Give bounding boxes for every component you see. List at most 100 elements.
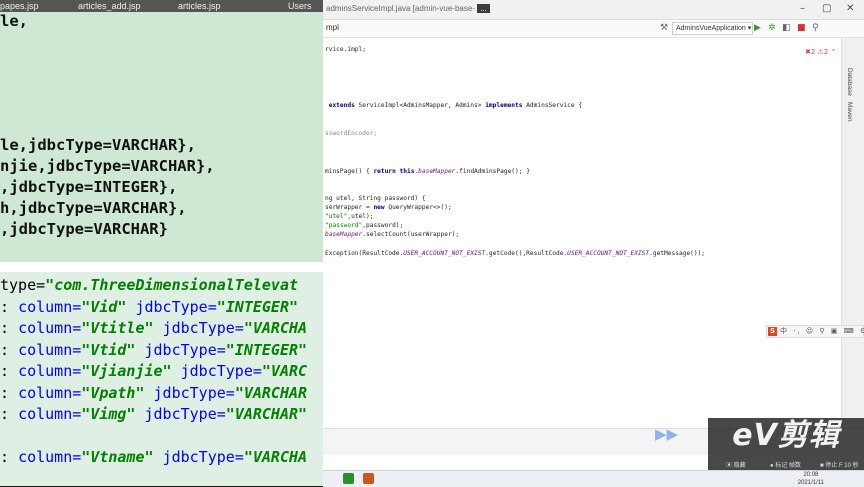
maximize-button[interactable]: ▢ <box>822 3 831 14</box>
code-line[interactable]: "password",password); <box>325 222 403 229</box>
zoom-code-line: le, <box>0 12 28 30</box>
run-icon[interactable]: ▶ <box>754 23 761 33</box>
code-token: extends <box>325 102 359 109</box>
code-token: QueryWrapper<>(); <box>388 204 452 211</box>
database-tab[interactable]: Database <box>846 68 853 96</box>
code-token: rvice.impl; <box>325 46 366 53</box>
zoom-token: jdbcType= <box>135 297 217 316</box>
zoom-resultmap-line: : column="Vpath" jdbcType="VARCHAR <box>0 384 307 402</box>
zoom-token: "INTEGER" <box>225 340 308 359</box>
coverage-icon[interactable]: ◧ <box>782 23 791 33</box>
ev-stop-button[interactable]: ■ 停止 F 10 秒 <box>820 460 859 469</box>
debug-icon[interactable]: ✲ <box>768 23 776 33</box>
code-line[interactable]: serWrapper = new QueryWrapper<>(); <box>325 204 452 211</box>
code-editor[interactable]: rvice.impl; extends ServiceImpl<AdminsMa… <box>323 38 841 428</box>
zoom-sql-block: le, le,jdbcType=VARCHAR}, njie,jdbcType=VA… <box>0 12 323 262</box>
code-token: USER_ACCOUNT_NOT_EXIST <box>567 250 650 257</box>
zoom-token: jdbcType= <box>144 340 226 359</box>
zoom-token: "Vtitle" <box>81 319 154 337</box>
code-token: minsPage() { <box>325 168 374 175</box>
app-icon-orange[interactable] <box>363 473 374 484</box>
code-line[interactable]: minsPage() { return this.baseMapper.find… <box>325 168 530 175</box>
zoom-token: column= <box>18 405 82 423</box>
zoom-token <box>154 319 163 337</box>
zoom-token: : <box>0 297 19 316</box>
zoom-code-line: njie,jdbcType=VARCHAR}, <box>0 157 215 175</box>
zoom-editor-tabs: papes.jsp articles_add.jsp articles.jsp … <box>0 0 323 12</box>
zoom-token: "VARCHA <box>243 319 308 337</box>
code-token: .getMessage()); <box>649 250 706 257</box>
zoom-resultmap-line: : column="Vjianjie" jdbcType="VARC <box>0 362 307 380</box>
hammer-icon[interactable]: ⚒ <box>660 23 668 33</box>
zoom-token <box>135 405 144 423</box>
zoom-token: : <box>0 383 19 402</box>
code-token: .getCode(),ResultCode. <box>485 250 568 257</box>
code-line[interactable]: rvice.impl; <box>325 46 366 53</box>
code-token: Exception(ResultCode. <box>325 250 404 257</box>
ev-menu: ▣ 隐藏 ● 标记 帧数 ■ 停止 F 10 秒 <box>708 457 864 470</box>
zoom-resultmap-line: : column="Vid" jdbcType="INTEGER" <box>0 298 298 316</box>
code-token: .selectCount(userWrapper); <box>362 231 460 238</box>
zoom-token: jdbcType= <box>180 362 262 380</box>
zoom-token <box>172 362 181 380</box>
zoom-token <box>135 341 144 359</box>
zoom-token: column= <box>18 448 82 466</box>
minimize-button[interactable]: – <box>800 3 805 14</box>
code-line[interactable]: sswordEncoder; <box>325 130 377 137</box>
zoom-code-line: ,jdbcType=INTEGER}, <box>0 178 178 196</box>
zoom-resultmap-line: type="com.ThreeDimensionalTelevat <box>0 276 298 294</box>
code-token: ,utel); <box>347 213 374 220</box>
app-icon-green[interactable] <box>343 473 354 484</box>
tab-users[interactable]: Users <box>288 0 312 12</box>
code-token: return this <box>373 168 415 175</box>
tab-papes-jsp[interactable]: papes.jsp <box>0 0 39 12</box>
zoom-token: "VARCHA <box>243 448 308 466</box>
zoom-token: "Vid" <box>81 297 127 316</box>
zoom-token: : <box>0 405 19 423</box>
clock[interactable]: 20:08 2021/1/11 <box>798 471 824 487</box>
zoom-token: : <box>0 319 19 337</box>
code-token: serWrapper = <box>325 204 374 211</box>
close-button[interactable]: ✕ <box>846 3 854 14</box>
code-line[interactable]: baseMapper.selectCount(userWrapper); <box>325 231 459 238</box>
zoom-token: : <box>0 340 19 359</box>
code-token: ,password); <box>362 222 404 229</box>
tab-articles-add-jsp[interactable]: articles_add.jsp <box>78 0 141 12</box>
zoom-resultmap-block: type="com.ThreeDimensionalTelevat: colum… <box>0 272 323 486</box>
breadcrumb[interactable]: mpl <box>326 23 339 32</box>
zoom-token: column= <box>18 340 82 359</box>
code-line[interactable]: ng utel, String password) { <box>325 195 426 202</box>
zoom-code-line: ,jdbcType=VARCHAR} <box>0 220 168 238</box>
search-icon[interactable]: ⚲ <box>812 23 819 33</box>
zoom-token: jdbcType= <box>153 383 235 402</box>
ev-hide-button[interactable]: ▣ 隐藏 <box>726 460 746 469</box>
zoom-token: type= <box>0 276 46 294</box>
maven-tab[interactable]: Maven <box>846 102 853 122</box>
code-token: baseMapper <box>325 231 363 238</box>
zoom-resultmap-line: : column="Vtid" jdbcType="INTEGER" <box>0 341 307 359</box>
code-token: ServiceImpl<AdminsMapper, Admins> <box>358 102 486 109</box>
zoom-token: jdbcType= <box>162 448 244 466</box>
zoom-token: column= <box>18 362 82 380</box>
clock-time: 20:08 <box>803 472 819 478</box>
code-line[interactable]: extends ServiceImpl<AdminsMapper, Admins… <box>325 102 582 109</box>
zoom-token: "com.ThreeDimensionalTelevat <box>45 276 299 294</box>
ime-options[interactable]: 中 ·, ☺ ⚲ ▣ ⌨ ⚙ <box>780 326 864 337</box>
zoom-code-line: le,jdbcType=VARCHAR}, <box>0 136 196 154</box>
sogou-logo-icon[interactable]: S <box>768 327 777 336</box>
ev-mark-button[interactable]: ● 标记 帧数 <box>770 460 801 469</box>
code-line[interactable]: "utel",utel); <box>325 213 373 220</box>
code-token: baseMapper <box>418 168 456 175</box>
zoom-token: column= <box>18 319 82 337</box>
stop-icon[interactable]: ■ <box>797 23 806 33</box>
tab-articles-jsp[interactable]: articles.jsp <box>178 0 221 12</box>
code-line[interactable]: Exception(ResultCode. USER_ACCOUNT_NOT_EX… <box>325 250 705 257</box>
ime-toolbar: S 中 ·, ☺ ⚲ ▣ ⌨ ⚙ <box>766 325 864 338</box>
zoom-token: column= <box>18 383 82 402</box>
zoom-resultmap-line: : column="Vtitle" jdbcType="VARCHA <box>0 319 307 337</box>
zoom-token: : <box>0 448 19 466</box>
run-config-select[interactable]: AdminsVueApplication ▾ <box>672 22 753 35</box>
zoom-token: "Vtid" <box>81 340 136 359</box>
zoom-token: "Vjianjie" <box>81 362 172 380</box>
code-token: implements <box>485 102 527 109</box>
